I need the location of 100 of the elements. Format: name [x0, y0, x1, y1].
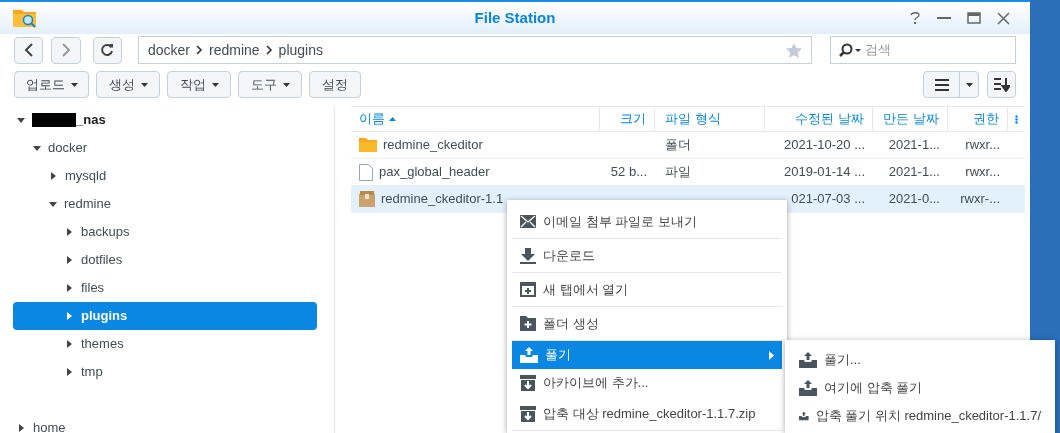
- expanded-arrow-icon[interactable]: [49, 201, 57, 207]
- chevron-left-icon: [23, 43, 34, 57]
- toolbar-button[interactable]: 도구: [238, 71, 302, 98]
- chevron-icon: [196, 45, 203, 55]
- toolbar-button[interactable]: 업로드: [14, 71, 89, 98]
- expanded-arrow-icon[interactable]: [17, 117, 25, 123]
- list-icon: [934, 78, 949, 91]
- column-header[interactable]: 파일 형식: [665, 109, 721, 129]
- folder-search-icon: [12, 7, 38, 29]
- tree-item[interactable]: files: [13, 274, 317, 302]
- toolbar-button[interactable]: 설정: [309, 71, 361, 98]
- search-input[interactable]: 검색: [865, 40, 1006, 60]
- sort-icon: [993, 77, 1010, 92]
- submenu-arrow-icon: [769, 350, 774, 360]
- maximize-icon[interactable]: [967, 12, 981, 24]
- table-cell-text: 2021-1...: [888, 136, 940, 155]
- archive-box-icon: [520, 405, 536, 422]
- close-icon[interactable]: [997, 11, 1010, 25]
- package-icon: [359, 191, 375, 207]
- caret-icon: [211, 82, 219, 87]
- tree-item[interactable]: themes: [13, 330, 317, 358]
- path-field[interactable]: docker redmine plugins: [138, 36, 813, 64]
- chevron-icon: [265, 45, 273, 55]
- tree-item[interactable]: backups: [13, 218, 317, 246]
- collapsed-arrow-icon[interactable]: [67, 256, 72, 264]
- search-icon: [839, 43, 862, 57]
- table-cell-text: 폴더: [665, 136, 691, 155]
- sort-ascending-icon: [389, 117, 396, 121]
- toolbar-button[interactable]: 생성: [96, 71, 160, 98]
- tree-item[interactable]: plugins: [13, 302, 317, 330]
- column-header[interactable]: 크기: [620, 109, 646, 129]
- help-icon[interactable]: [909, 11, 921, 25]
- menu-item[interactable]: 풀기: [512, 341, 782, 369]
- path-segment[interactable]: plugins: [278, 39, 323, 61]
- column-header[interactable]: 이름: [359, 109, 396, 129]
- file-icon: [359, 163, 373, 181]
- expanded-arrow-icon[interactable]: [33, 145, 41, 151]
- table-cell-text: 021-07-03 ...: [791, 190, 865, 209]
- view-button[interactable]: [923, 71, 979, 98]
- caret-icon: [70, 82, 78, 87]
- table-cell-text: rwxr-...: [960, 190, 1000, 209]
- caret-icon: [282, 82, 290, 87]
- download-icon: [520, 247, 536, 264]
- archive-box-icon: [520, 375, 536, 391]
- refresh-icon: [100, 43, 115, 57]
- collapsed-arrow-icon[interactable]: [67, 228, 72, 236]
- table-cell-text: redmine_ckeditor-1.1: [381, 190, 504, 209]
- tree-item[interactable]: mysqld: [13, 162, 317, 190]
- menu-item[interactable]: 이메일 첨부 파일로 보내기: [512, 205, 782, 239]
- table-cell-text: 2021-0...: [888, 190, 940, 209]
- tree-item[interactable]: dotfiles: [13, 246, 317, 274]
- folder-icon: [359, 138, 377, 152]
- table-cell-text: 파일: [665, 163, 691, 182]
- table-cell-text: 52 b...: [610, 163, 647, 182]
- column-header[interactable]: 권한: [973, 109, 999, 129]
- table-cell-text: redmine_ckeditor: [383, 136, 483, 155]
- new-folder-icon: [520, 316, 536, 331]
- more-icon[interactable]: [1014, 114, 1018, 124]
- collapsed-arrow-icon[interactable]: [51, 172, 56, 180]
- tree-item[interactable]: home: [13, 414, 317, 433]
- star-icon[interactable]: [786, 42, 803, 58]
- table-cell-text: 2021-10-20 ...: [784, 136, 865, 155]
- menu-item[interactable]: 새 탭에서 열기: [512, 273, 782, 307]
- table-cell-text: pax_global_header: [379, 163, 490, 182]
- redaction-bar: [32, 113, 76, 127]
- table-cell-text: 2019-01-14 ...: [784, 163, 865, 182]
- new-tab-icon: [520, 282, 536, 297]
- refresh-button[interactable]: [92, 36, 122, 64]
- tree-item[interactable]: _nas: [13, 106, 317, 134]
- window-title: File Station: [474, 8, 556, 26]
- tree-item[interactable]: redmine: [13, 190, 317, 218]
- tree-item[interactable]: tmp: [13, 358, 317, 386]
- collapsed-arrow-icon[interactable]: [67, 340, 72, 348]
- caret-icon: [140, 82, 148, 87]
- table-cell-text: 2021-1...: [888, 163, 940, 182]
- tree-item[interactable]: docker: [13, 134, 317, 162]
- menu-item[interactable]: 풀기...: [785, 346, 1055, 374]
- minimize-icon[interactable]: [937, 16, 951, 20]
- path-segment[interactable]: docker: [148, 39, 190, 61]
- menu-item[interactable]: 압축 대상 redmine_ckeditor-1.1.7.zip: [512, 397, 782, 431]
- column-header[interactable]: 만든 날짜: [883, 109, 939, 129]
- search-box[interactable]: 검색: [830, 36, 1016, 64]
- file-row[interactable]: redmine_ckeditor 폴더 2021-10-20 ... 2021-1... rwxr...: [351, 132, 1025, 159]
- menu-item[interactable]: 다운로드: [512, 239, 782, 273]
- tray-upload-icon: [799, 352, 817, 368]
- sort-button[interactable]: [987, 71, 1016, 98]
- column-header[interactable]: 수정된 날짜: [795, 109, 864, 129]
- tray-upload-icon: [520, 347, 538, 363]
- chevron-right-icon: [61, 43, 71, 57]
- envelope-icon: [520, 215, 536, 228]
- back-button[interactable]: [14, 36, 44, 64]
- collapsed-arrow-icon[interactable]: [19, 424, 24, 432]
- path-segment[interactable]: redmine: [209, 39, 260, 61]
- menu-item[interactable]: 아카이브에 추가...: [512, 369, 782, 397]
- menu-item[interactable]: 여기에 압축 풀기: [785, 374, 1055, 402]
- menu-item[interactable]: 압축 풀기 위치 redmine_ckeditor-1.1.7/: [785, 402, 1055, 430]
- collapsed-arrow-icon[interactable]: [67, 368, 72, 376]
- caret-icon: [965, 82, 973, 87]
- collapsed-arrow-icon[interactable]: [67, 284, 72, 292]
- toolbar-button[interactable]: 작업: [167, 71, 231, 98]
